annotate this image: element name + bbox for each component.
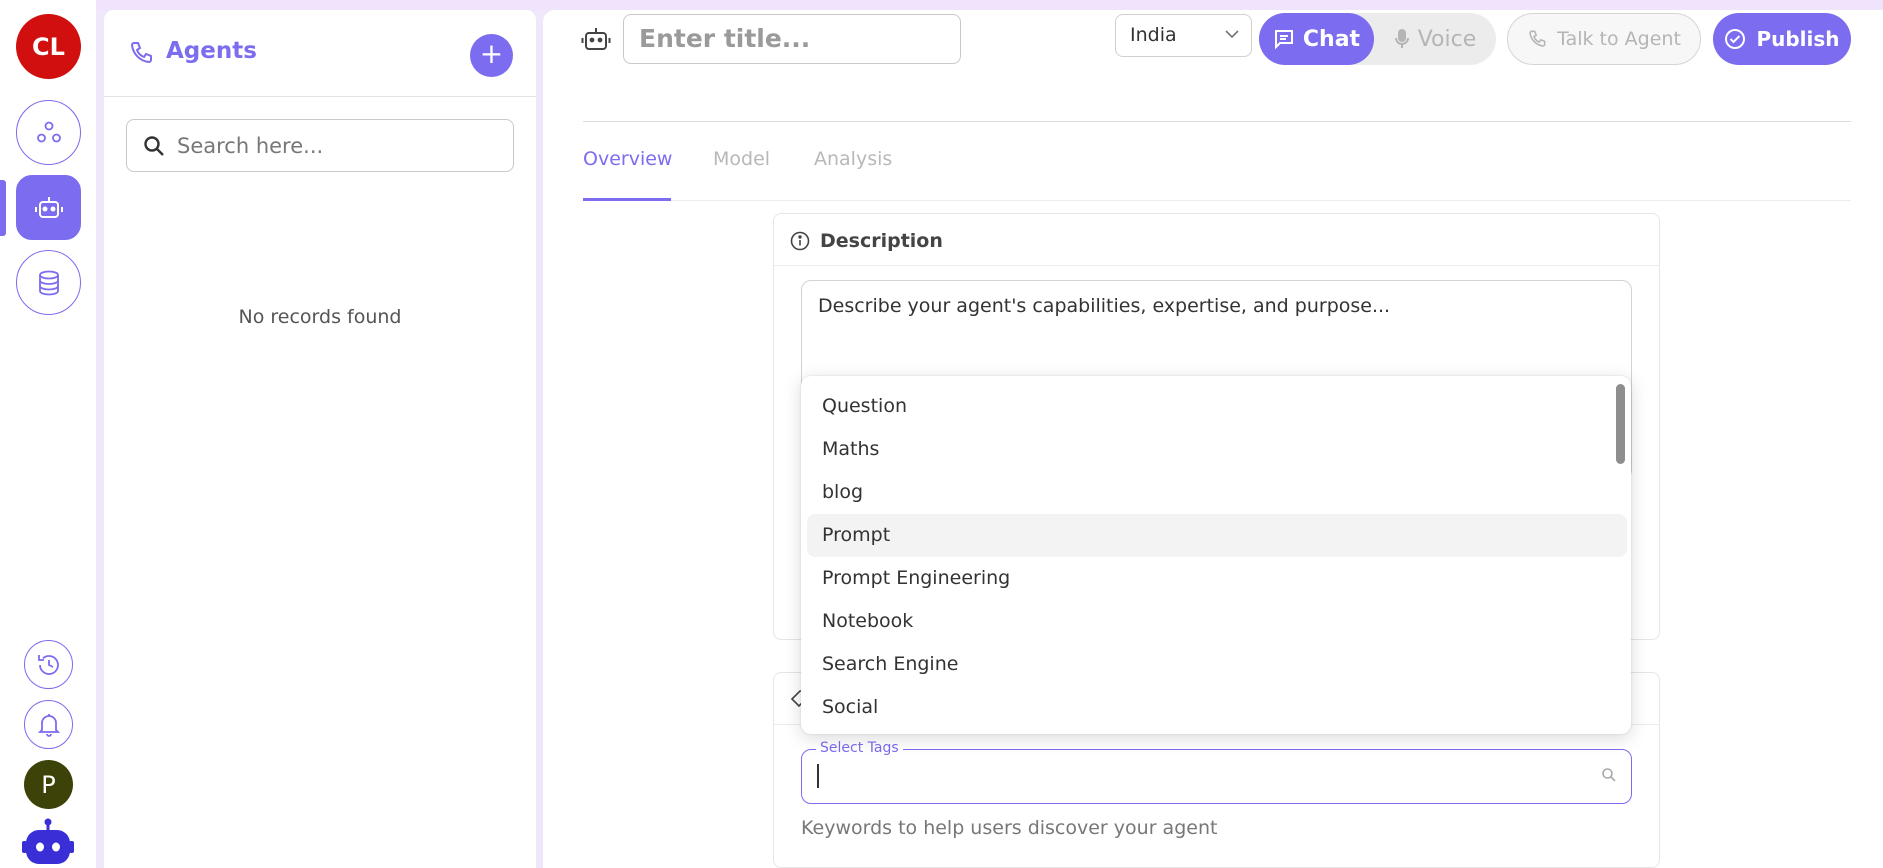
bell-icon <box>37 713 60 737</box>
empty-state-text: No records found <box>238 306 402 328</box>
database-icon <box>38 270 59 295</box>
agent-title-input[interactable]: Enter title... <box>623 14 961 64</box>
description-card-header: Description <box>774 214 1659 266</box>
robot-icon <box>34 196 63 218</box>
active-tab-indicator <box>583 198 671 201</box>
tags-select-input[interactable]: Select Tags <box>801 740 1632 804</box>
dropdown-option[interactable]: Question <box>807 385 1627 428</box>
search-icon <box>1602 768 1616 782</box>
description-title: Description <box>820 230 943 252</box>
mode-toggle: Chat Voice <box>1259 13 1496 65</box>
info-icon <box>790 231 810 251</box>
chat-icon <box>1274 30 1293 50</box>
chat-mode-button[interactable]: Chat <box>1259 13 1374 65</box>
tags-dropdown: Question Maths blog Prompt Prompt Engine… <box>801 376 1631 734</box>
country-select[interactable]: India <box>1115 14 1252 57</box>
agents-search-input[interactable] <box>177 133 497 158</box>
tags-hint: Keywords to help users discover your age… <box>801 817 1218 839</box>
dropdown-scrollbar[interactable] <box>1616 384 1625 464</box>
dropdown-option[interactable]: Maths <box>807 428 1627 471</box>
groups-icon <box>36 121 61 142</box>
tab-analysis[interactable]: Analysis <box>814 148 892 170</box>
agents-header: Agents + <box>104 10 536 97</box>
top-accent-strip <box>0 0 1883 10</box>
dropdown-option[interactable]: Prompt <box>807 514 1627 557</box>
agents-nav-button[interactable] <box>16 175 81 240</box>
dropdown-option[interactable]: Prompt Engineering <box>807 557 1627 600</box>
groups-nav-button[interactable] <box>16 100 81 165</box>
agent-icon <box>581 28 611 50</box>
tab-overview[interactable]: Overview <box>583 148 672 170</box>
agents-panel: Agents + No records found <box>104 10 536 868</box>
phone-icon <box>1529 30 1546 47</box>
text-caret <box>817 764 819 788</box>
history-button[interactable] <box>24 640 73 689</box>
tab-model[interactable]: Model <box>713 148 770 170</box>
agents-title: Agents <box>166 38 257 64</box>
rail-active-indicator <box>0 180 6 236</box>
notifications-button[interactable] <box>24 700 73 749</box>
history-icon <box>37 654 59 675</box>
dropdown-option[interactable]: Notebook <box>807 600 1627 643</box>
publish-button[interactable]: Publish <box>1713 13 1851 65</box>
add-agent-button[interactable]: + <box>470 34 513 77</box>
microphone-icon <box>1394 29 1409 48</box>
voice-mode-button[interactable]: Voice <box>1374 13 1496 65</box>
tags-field-label: Select Tags <box>816 740 903 756</box>
org-badge[interactable]: CL <box>16 14 81 79</box>
left-rail: CL P <box>0 0 96 868</box>
tabs-divider <box>583 200 1851 201</box>
talk-to-agent-button[interactable]: Talk to Agent <box>1507 13 1701 65</box>
dropdown-option[interactable]: Search Engine <box>807 643 1627 686</box>
search-icon <box>144 135 164 156</box>
agents-search[interactable] <box>126 119 514 172</box>
database-nav-button[interactable] <box>16 250 81 315</box>
dropdown-option[interactable]: blog <box>807 471 1627 514</box>
user-avatar[interactable]: P <box>24 760 73 809</box>
phone-icon <box>130 42 152 64</box>
bot-logo-icon <box>22 818 74 864</box>
chevron-down-icon <box>1225 30 1239 39</box>
dropdown-option[interactable]: Social <box>807 686 1627 729</box>
check-circle-icon <box>1725 29 1746 49</box>
header-divider <box>583 121 1851 122</box>
